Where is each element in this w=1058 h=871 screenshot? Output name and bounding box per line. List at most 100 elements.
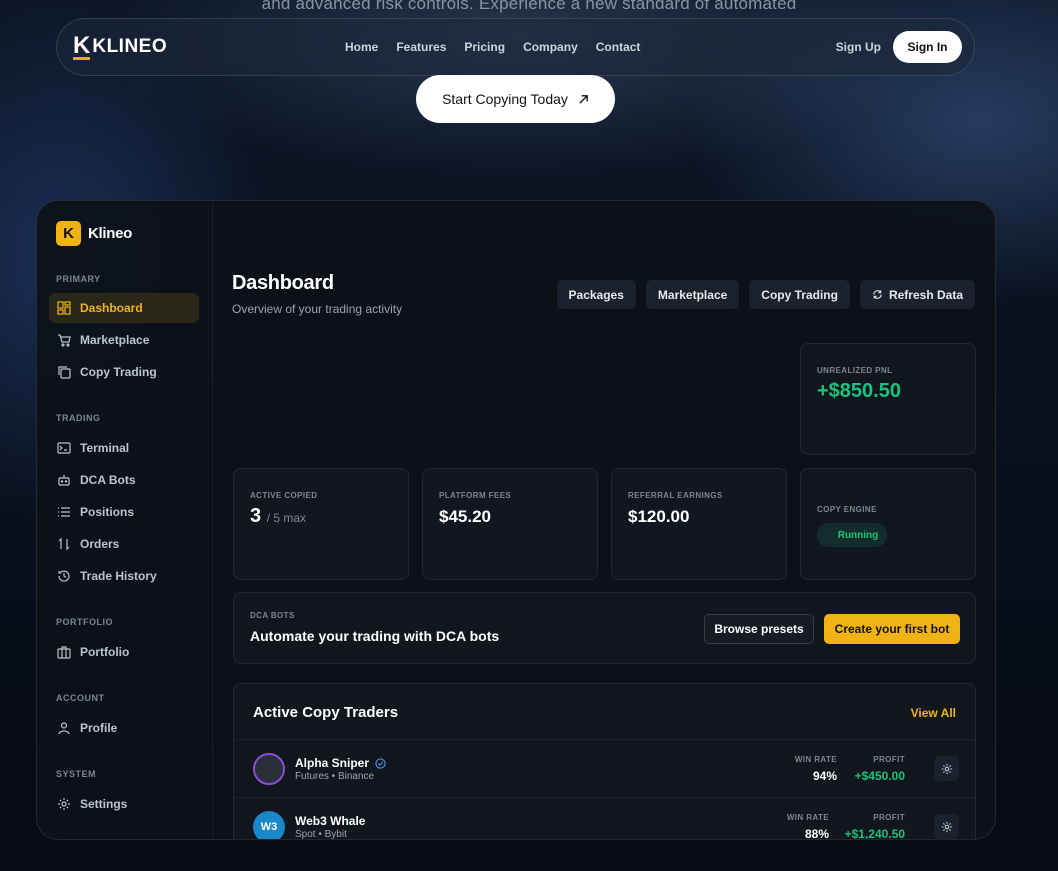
sidebar-item-label: Portfolio [80,645,130,659]
gear-icon [941,821,952,832]
sign-in-button[interactable]: Sign In [893,31,962,63]
sidebar-brand[interactable]: K Klineo [56,221,132,246]
trader-settings-button[interactable] [934,756,959,781]
trader-meta: Futures • Binance [295,771,375,782]
packages-button[interactable]: Packages [556,280,636,309]
dca-bots-card: DCA BOTS Automate your trading with DCA … [233,592,976,664]
nav-link-features[interactable]: Features [396,40,446,54]
sidebar-item-label: Copy Trading [80,365,157,379]
sidebar-item-label: Orders [80,537,120,551]
top-navbar: K KLINEO Home Features Pricing Company C… [56,18,975,76]
active-copied-value: 3 / 5 max [250,505,306,528]
section-title-primary: PRIMARY [56,274,101,284]
profit-value: +$1,240.50 [844,827,905,840]
sidebar-item-portfolio[interactable]: Portfolio [49,637,199,667]
list-icon [58,507,70,517]
sort-icon [58,537,70,551]
header-actions: Packages Marketplace Copy Trading Refres… [556,280,975,309]
sidebar: K Klineo PRIMARY Dashboard Marketplace C… [37,201,213,839]
nav-auth: Sign Up Sign In [836,31,962,63]
sidebar-item-orders[interactable]: Orders [49,529,199,559]
profit-value: +$450.00 [854,769,905,783]
active-copied-count: 3 [250,505,262,527]
page-subtitle: Overview of your trading activity [232,302,403,316]
card-label: ACTIVE COPIED [250,491,318,500]
sidebar-item-label: Settings [80,797,128,811]
sidebar-item-label: Trade History [80,569,157,583]
view-all-link[interactable]: View All [911,706,956,720]
history-icon [58,570,70,582]
profit-label: PROFIT [873,755,905,764]
create-bot-button[interactable]: Create your first bot [824,614,960,644]
terminal-icon [57,442,71,454]
profit-label: PROFIT [873,813,905,822]
card-label: COPY ENGINE [817,505,877,514]
logo-mark: K [73,31,91,60]
cta-label: Start Copying Today [442,91,568,107]
sidebar-item-label: Dashboard [80,301,143,315]
sidebar-item-settings[interactable]: Settings [49,789,199,819]
active-copied-card: ACTIVE COPIED 3 / 5 max [233,468,409,580]
sidebar-item-positions[interactable]: Positions [49,497,199,527]
active-copied-max: / 5 max [266,511,307,525]
copy-trading-button[interactable]: Copy Trading [749,280,850,309]
section-title-portfolio: PORTFOLIO [56,617,113,627]
section-title-account: ACCOUNT [56,693,105,703]
refresh-data-button[interactable]: Refresh Data [859,280,975,309]
sign-up-link[interactable]: Sign Up [836,40,881,54]
dca-title: Automate your trading with DCA bots [250,628,500,644]
sidebar-item-terminal[interactable]: Terminal [49,433,199,463]
main-content: Dashboard Overview of your trading activ… [213,201,995,839]
refresh-label: Refresh Data [888,287,963,302]
brand-logo-icon: K [56,221,81,246]
trader-settings-button[interactable] [934,814,959,839]
briefcase-icon [57,646,71,659]
section-title-system: SYSTEM [56,769,97,779]
sidebar-item-profile[interactable]: Profile [49,713,199,743]
sidebar-item-label: Profile [80,721,118,735]
sidebar-item-marketplace[interactable]: Marketplace [49,325,199,355]
card-label: UNREALIZED PNL [817,366,893,375]
dashboard-app: K Klineo PRIMARY Dashboard Marketplace C… [36,200,996,840]
sidebar-item-trade-history[interactable]: Trade History [49,561,199,591]
dashboard-icon [57,301,71,315]
dca-label: DCA BOTS [250,611,295,620]
gear-icon [58,798,70,810]
win-rate-label: WIN RATE [794,755,837,764]
referral-earnings-value: $120.00 [628,507,690,526]
trader-name: Web3 Whale [295,814,365,828]
nav-link-company[interactable]: Company [523,40,578,54]
win-rate-value: 94% [812,769,837,783]
platform-fees-card: PLATFORM FEES $45.20 [422,468,598,580]
trader-meta: Spot • Bybit [295,829,347,840]
sidebar-item-dca-bots[interactable]: DCA Bots [49,465,199,495]
table-row[interactable]: W3 Web3 Whale Spot • Bybit WIN RATE 88% … [234,797,975,840]
browse-presets-button[interactable]: Browse presets [704,614,814,644]
page-title: Dashboard [232,272,334,294]
nav-link-pricing[interactable]: Pricing [464,40,505,54]
table-row[interactable]: Alpha Sniper Futures • Binance WIN RATE … [234,739,975,797]
sidebar-item-copy-trading[interactable]: Copy Trading [49,357,199,387]
nav-links: Home Features Pricing Company Contact [345,40,658,54]
copy-engine-card: COPY ENGINE Running [800,468,976,580]
sidebar-item-label: Marketplace [80,333,150,347]
site-logo[interactable]: K KLINEO [73,31,168,60]
nav-link-contact[interactable]: Contact [596,40,641,54]
brand-name: Klineo [88,225,133,242]
status-badge: Running [817,523,887,547]
active-copy-traders-card: Active Copy Traders View All Alpha Snipe… [233,683,976,840]
start-copying-button[interactable]: Start Copying Today [416,75,615,123]
traders-title: Active Copy Traders [253,704,399,721]
user-icon [58,722,70,735]
sidebar-item-label: Terminal [80,441,130,455]
trader-name-text: Web3 Whale [295,814,366,828]
referral-earnings-card: REFERRAL EARNINGS $120.00 [611,468,787,580]
marketplace-button[interactable]: Marketplace [645,280,740,309]
trader-name-text: Alpha Sniper [295,756,370,770]
logo-text: KLINEO [92,36,168,57]
unrealized-pnl-card: UNREALIZED PNL +$850.50 [800,343,976,455]
sidebar-item-dashboard[interactable]: Dashboard [49,293,199,323]
avatar [253,753,285,785]
nav-link-home[interactable]: Home [345,40,378,54]
card-label: PLATFORM FEES [439,491,512,500]
